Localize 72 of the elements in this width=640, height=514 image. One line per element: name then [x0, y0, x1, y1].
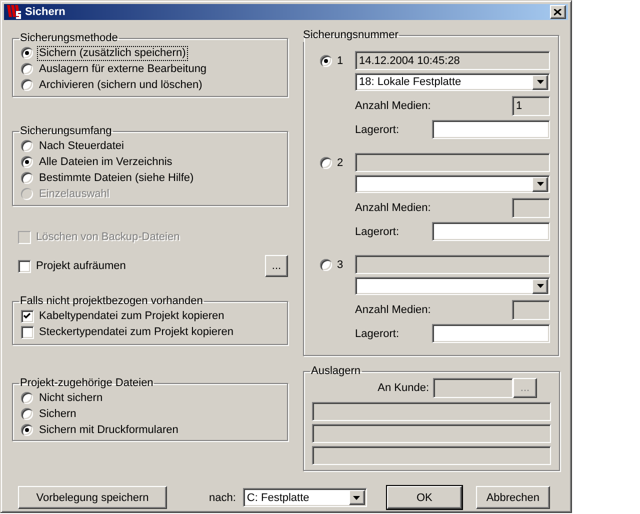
radio-button[interactable]	[320, 258, 332, 270]
count-field: 1	[512, 96, 550, 116]
caret-icon	[536, 182, 544, 186]
option-label: Steckertypendatei zum Projekt kopieren	[38, 324, 234, 340]
slot-number: 2	[337, 156, 344, 168]
target-label: nach:	[209, 492, 236, 504]
option-label: Sichern (zusätzlich speichern)	[37, 46, 188, 60]
option-label: Auslagern für externe Bearbeitung	[38, 62, 208, 76]
group-title: Auslagern	[310, 365, 362, 378]
window-title: Sichern	[25, 6, 66, 18]
slot-number: 3	[337, 258, 344, 270]
radio-button[interactable]	[21, 408, 33, 420]
logo-icon	[6, 4, 22, 20]
radio-button[interactable]	[21, 79, 33, 91]
save-defaults-button[interactable]: Vorbelegung speichern	[18, 486, 167, 509]
slot-number: 1	[337, 54, 344, 66]
checkbox[interactable]	[21, 326, 34, 338]
input-field[interactable]	[432, 222, 550, 241]
option-label: Kabeltypendatei zum Projekt kopieren	[38, 308, 226, 324]
field-label: Lagerort:	[355, 124, 400, 136]
caret-icon	[353, 496, 360, 500]
radio-button[interactable]	[21, 156, 33, 168]
group-title: Sicherungsnummer	[302, 29, 400, 42]
radio-button[interactable]	[320, 54, 332, 66]
radio-button[interactable]	[21, 140, 33, 152]
ok-button[interactable]: OK	[386, 486, 462, 509]
radio-button[interactable]	[21, 172, 33, 184]
radio-button[interactable]	[320, 156, 332, 168]
option-label: Alle Dateien im Verzeichnis	[38, 154, 174, 170]
close-icon	[554, 8, 562, 16]
radio-button[interactable]	[21, 392, 33, 404]
option-label: Löschen von Backup-Dateien	[35, 230, 181, 244]
checkmark-icon	[23, 312, 32, 320]
option-label: Projekt aufräumen	[35, 258, 127, 274]
group-title: Sicherungsumfang	[19, 125, 113, 138]
option-label: Einzelauswahl	[38, 186, 110, 202]
cancel-button[interactable]: Abbrechen	[476, 486, 550, 509]
option-label: Nach Steuerdatei	[38, 138, 125, 154]
option-label: Bestimmte Dateien (siehe Hilfe)	[38, 170, 195, 186]
group-title: Projekt-zugehörige Dateien	[19, 377, 154, 390]
count-field	[512, 198, 550, 218]
input-field[interactable]	[433, 378, 513, 398]
input-field[interactable]	[432, 324, 550, 343]
close-button[interactable]	[550, 5, 566, 19]
group-title: Sicherungsmethode	[19, 32, 119, 45]
checkbox[interactable]	[21, 310, 34, 322]
radio-button[interactable]	[21, 424, 33, 436]
dropdown[interactable]	[355, 277, 550, 295]
dropdown[interactable]: C: Festplatte	[242, 488, 367, 507]
checkbox[interactable]	[18, 260, 31, 272]
dropdown[interactable]: 18: Lokale Festplatte	[355, 73, 550, 91]
caret-icon	[536, 284, 544, 288]
field-label: An Kunde:	[378, 382, 429, 394]
field-label: Anzahl Medien:	[355, 202, 431, 214]
group-title: Falls nicht projektbezogen vorhanden	[19, 295, 204, 308]
radio-button[interactable]	[21, 47, 33, 59]
input-field[interactable]	[432, 120, 550, 139]
field-label: Anzahl Medien:	[355, 100, 431, 112]
dropdown-value: C: Festplatte	[246, 492, 310, 504]
dropdown[interactable]	[355, 175, 550, 193]
timestamp-field: 14.12.2004 10:45:28	[355, 51, 550, 70]
caret-icon	[536, 80, 544, 84]
field-label: Lagerort:	[355, 328, 400, 340]
option-label: Nicht sichern	[38, 390, 104, 406]
radio-button[interactable]	[21, 63, 33, 75]
count-field	[512, 300, 550, 320]
more-button[interactable]: ...	[265, 255, 288, 277]
field-label: Anzahl Medien:	[355, 304, 431, 316]
option-label: Archivieren (sichern und löschen)	[38, 78, 204, 92]
field-label: Lagerort:	[355, 226, 400, 238]
option-label: Sichern	[38, 406, 78, 422]
option-label: Sichern mit Druckformularen	[38, 422, 180, 438]
